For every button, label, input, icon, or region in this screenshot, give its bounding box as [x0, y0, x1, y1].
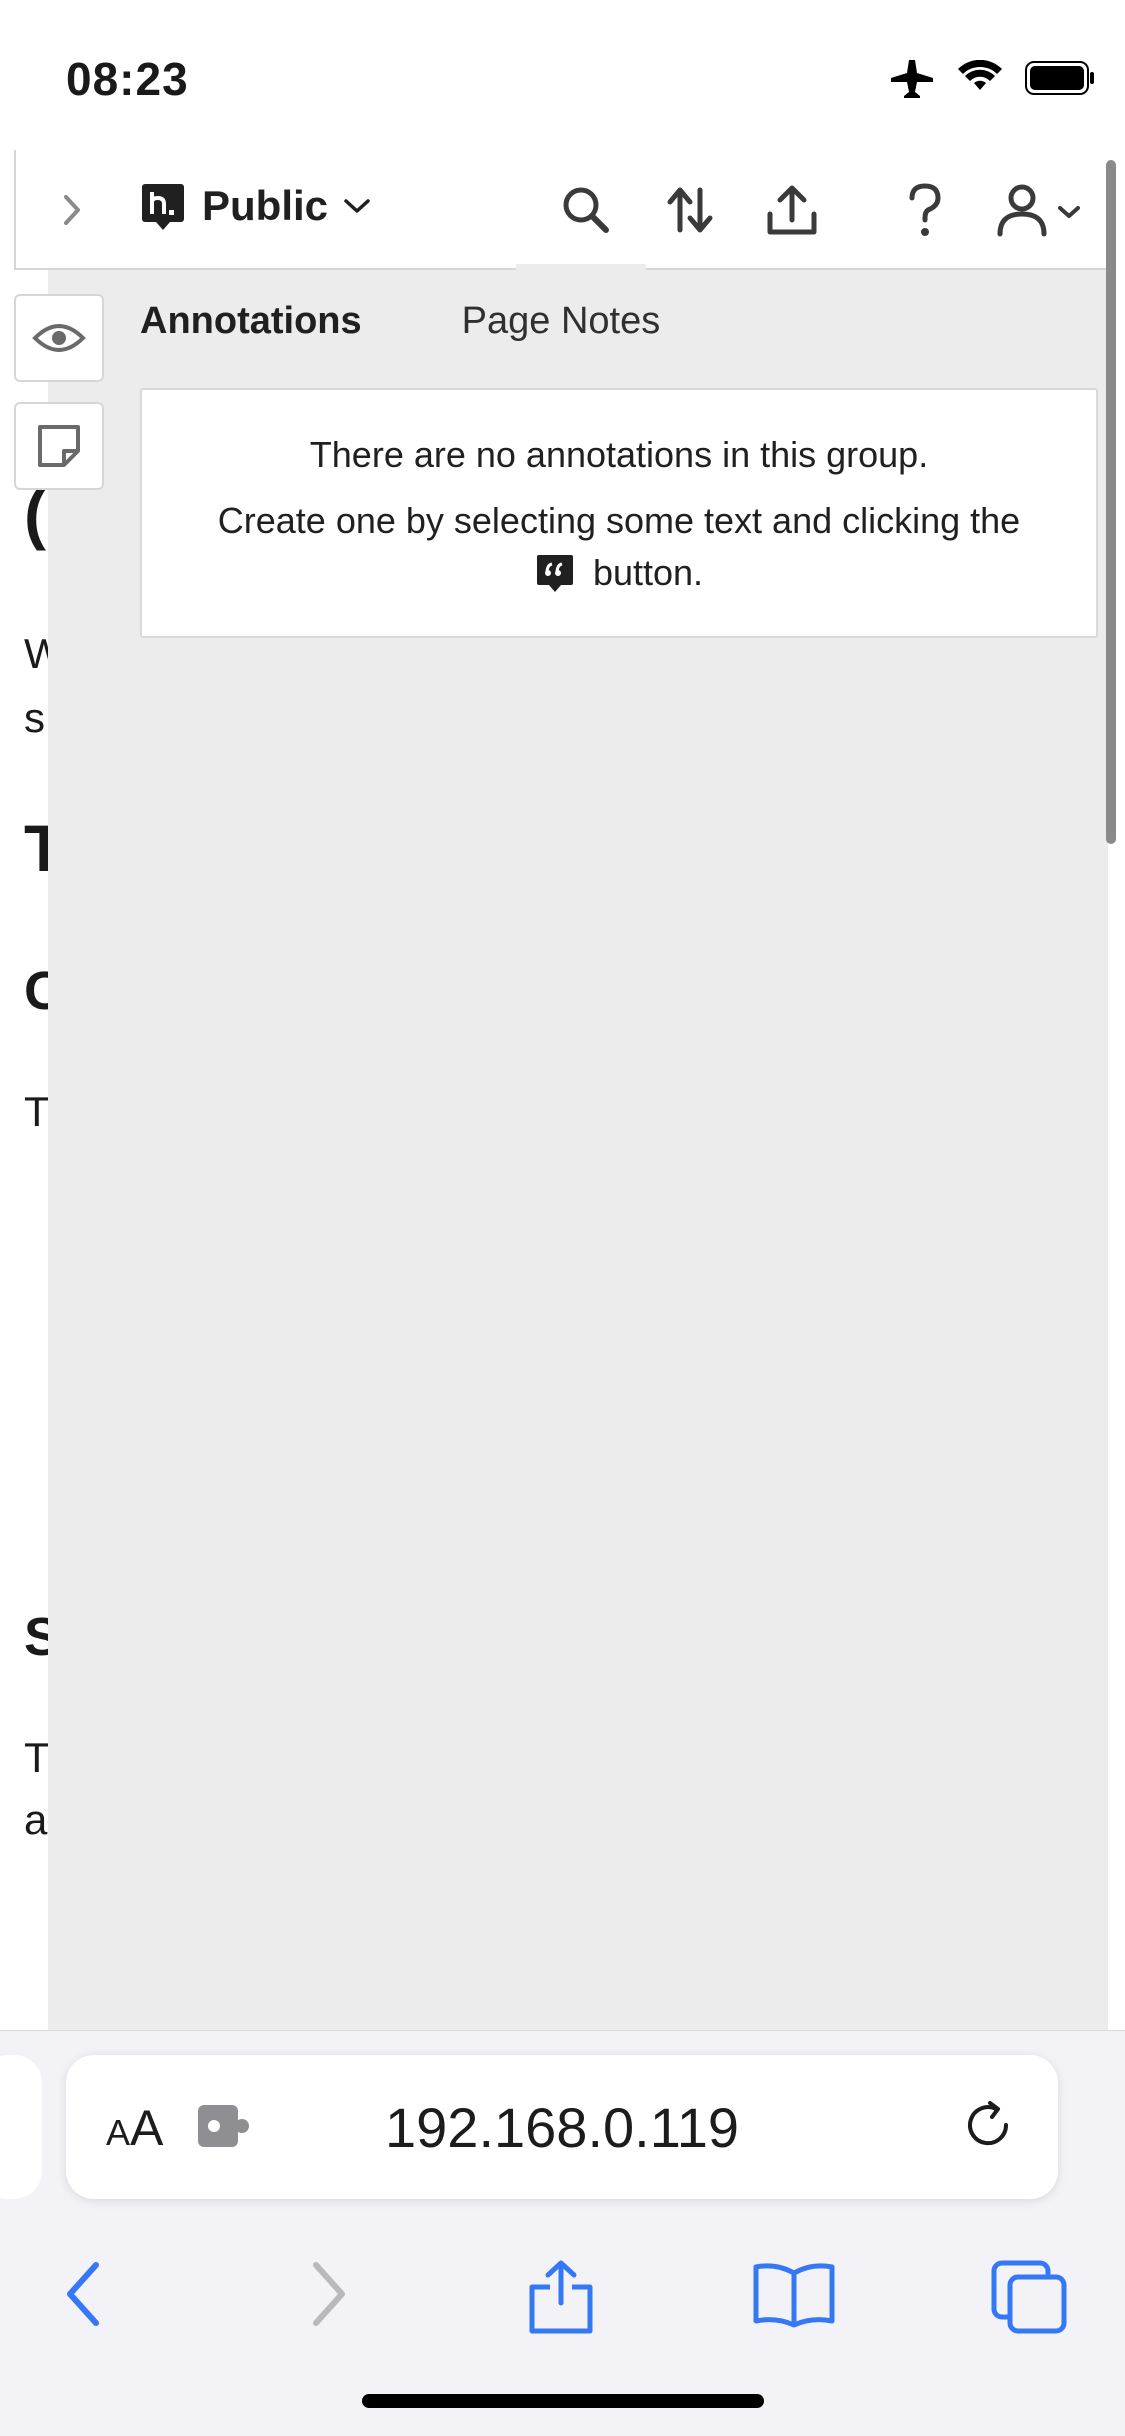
note-icon [38, 425, 80, 467]
sort-icon [667, 187, 713, 233]
battery-icon [1025, 61, 1094, 95]
share-button[interactable] [762, 180, 822, 245]
previous-tab-preview[interactable] [0, 2055, 42, 2199]
hypothesis-logo-icon [142, 184, 184, 230]
quote-icon [536, 555, 573, 592]
back-icon[interactable] [60, 2259, 110, 2329]
empty-message-line: There are no annotations in this group. [309, 434, 929, 475]
user-icon [997, 184, 1080, 237]
page-text-fragment: a [24, 1796, 48, 1843]
tabs-icon[interactable] [990, 2259, 1070, 2335]
page-text-fragment: T [24, 1734, 50, 1781]
status-bar: 08:23 [0, 0, 1125, 150]
page-text-fragment: T [24, 1088, 50, 1135]
share-sheet-icon[interactable] [526, 2259, 596, 2335]
scrollbar[interactable] [1106, 160, 1116, 844]
tab-page-notes[interactable]: Page Notes [462, 300, 661, 343]
new-page-note-button[interactable] [14, 402, 104, 490]
forward-icon[interactable] [302, 2259, 352, 2329]
sidebar-toolbar: Public [14, 150, 1108, 272]
eye-icon [32, 324, 86, 352]
help-button[interactable] [900, 180, 950, 245]
empty-message-line-with-icon: button. [142, 552, 1096, 594]
url-text[interactable]: 192.168.0.119 [66, 2095, 1058, 2160]
tab-annotations[interactable]: Annotations [140, 300, 362, 343]
group-selector[interactable]: Public [202, 182, 372, 230]
group-name: Public [202, 182, 329, 229]
search-active-indicator [516, 264, 646, 272]
bookmarks-icon[interactable] [752, 2259, 836, 2329]
help-icon [909, 183, 941, 236]
sort-button[interactable] [660, 180, 720, 245]
home-indicator [362, 2394, 764, 2408]
empty-message-button-text: button. [592, 552, 704, 593]
airplane-mode-icon [891, 60, 933, 98]
reload-icon[interactable] [958, 2095, 1018, 2155]
collapse-sidebar-button[interactable] [44, 185, 104, 240]
status-icons [889, 58, 1095, 98]
browser-bottom-bar: AA 192.168.0.119 [0, 2030, 1125, 2436]
empty-annotations-message: There are no annotations in this group. … [140, 388, 1098, 638]
empty-message-line: Create one by selecting some text and cl… [217, 500, 1021, 541]
page-text-fragment: s [24, 694, 45, 741]
browser-toolbar [0, 2231, 1125, 2351]
chevron-right-icon [64, 195, 80, 225]
toggle-highlights-button[interactable] [14, 294, 104, 382]
account-menu-button[interactable] [994, 180, 1094, 245]
status-time: 08:23 [66, 53, 189, 105]
address-bar[interactable]: AA 192.168.0.119 [66, 2055, 1058, 2199]
search-icon [563, 187, 609, 233]
sidebar-tabs: Annotations Page Notes [140, 300, 660, 343]
chevron-down-icon [344, 199, 370, 213]
search-button[interactable] [556, 180, 616, 245]
wifi-icon [958, 60, 1002, 90]
share-icon [767, 185, 817, 235]
